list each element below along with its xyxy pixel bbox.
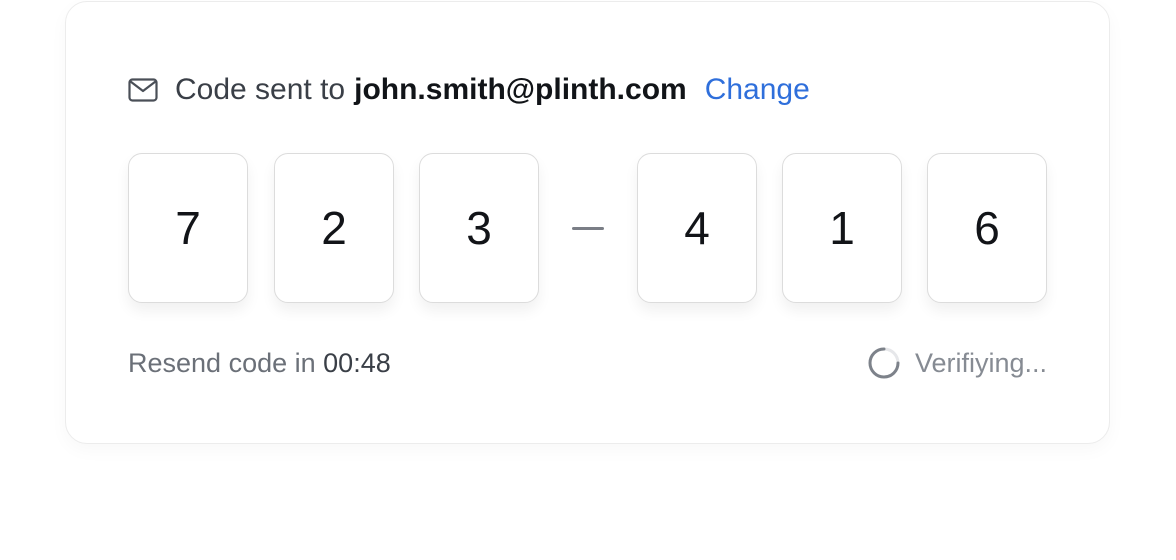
resend-timer: 00:48 [323, 348, 391, 378]
mail-icon [128, 76, 160, 104]
code-digit-1[interactable]: 7 [128, 153, 248, 303]
resend-countdown: Resend code in 00:48 [128, 348, 391, 379]
code-digit-6[interactable]: 6 [927, 153, 1047, 303]
spinner-icon [867, 346, 901, 380]
code-digit-2[interactable]: 2 [274, 153, 394, 303]
verifying-label: Verifiying... [914, 347, 1047, 378]
verification-status: Verifiying... [867, 346, 1047, 380]
recipient-email: john.smith@plinth.com [354, 73, 687, 106]
code-sent-label: Code sent to [175, 73, 346, 106]
code-digit-5[interactable]: 1 [782, 153, 902, 303]
resend-label: Resend code in [128, 348, 316, 378]
verification-card: Code sent to john.smith@plinth.com Chang… [65, 1, 1110, 444]
change-email-link[interactable]: Change [705, 73, 810, 107]
code-digit-3[interactable]: 3 [419, 153, 539, 303]
code-digit-4[interactable]: 4 [637, 153, 757, 303]
code-sent-row: Code sent to john.smith@plinth.com Chang… [128, 70, 810, 110]
code-separator [572, 227, 604, 230]
